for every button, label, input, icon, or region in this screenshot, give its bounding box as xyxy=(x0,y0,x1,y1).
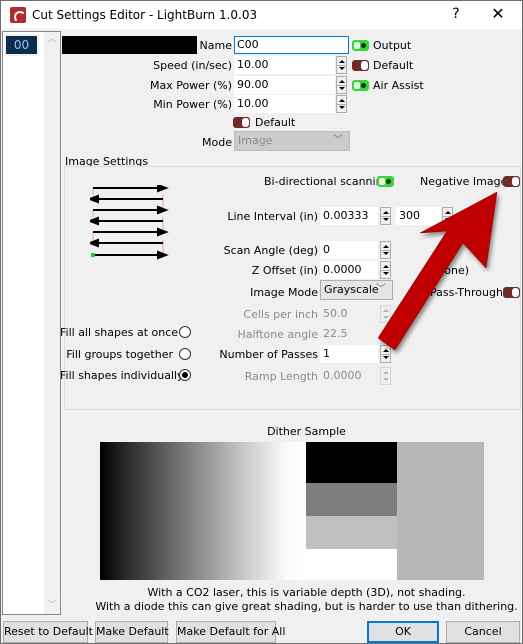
dpi-input[interactable]: 300 xyxy=(396,207,441,225)
speed-default-toggle[interactable] xyxy=(352,60,369,71)
speed-label: Speed (in/sec) xyxy=(153,59,232,72)
scan-pattern-icon xyxy=(90,185,169,260)
fill-all-radio[interactable] xyxy=(179,326,191,338)
min-power-input[interactable]: 10.00 xyxy=(234,95,335,113)
min-power-spinner[interactable] xyxy=(336,95,347,113)
output-label: Output xyxy=(373,39,412,52)
cells-per-inch-input: 50.0 xyxy=(320,305,378,323)
fill-individually-radio[interactable] xyxy=(179,369,191,381)
line-interval-label: Line Interval (in) xyxy=(227,210,318,223)
dither-caption-line1: With a CO2 laser, this is variable depth… xyxy=(147,586,466,599)
scroll-down-icon[interactable]: ﹀ xyxy=(44,598,60,614)
passes-input[interactable]: 1 xyxy=(320,345,378,363)
dither-sample-image xyxy=(100,442,484,580)
halftone-angle-label: Halftone angle xyxy=(237,328,318,341)
name-input[interactable]: C00 xyxy=(234,36,349,54)
dither-preview xyxy=(397,442,484,580)
negative-image-label: Negative Image xyxy=(420,175,508,188)
mode-label: Mode xyxy=(202,136,232,149)
lightburn-app-icon xyxy=(10,7,26,23)
max-power-input[interactable]: 90.00 xyxy=(234,76,335,94)
scan-angle-label: Scan Angle (deg) xyxy=(223,244,318,257)
mode-select: Image ﹀ xyxy=(234,131,350,151)
z-offset-input[interactable]: 0.0000 xyxy=(320,261,378,279)
chevron-down-icon: ﹀ xyxy=(376,284,386,295)
title-bar: Cut Settings Editor - LightBurn 1.0.03 ?… xyxy=(1,1,522,29)
window-title: Cut Settings Editor - LightBurn 1.0.03 xyxy=(32,8,258,22)
dither-caption-line2: With a diode this can give great shading… xyxy=(95,600,518,613)
passes-spinner[interactable] xyxy=(380,345,391,363)
chevron-down-icon: ﹀ xyxy=(333,135,343,146)
ramp-length-input: 0.0000 xyxy=(320,367,378,385)
air-assist-toggle[interactable] xyxy=(352,80,369,91)
line-interval-input[interactable]: 0.00333 xyxy=(320,207,378,225)
z-offset-label: Z Offset (in) xyxy=(251,264,318,277)
halftone-angle-input: 22.5 xyxy=(320,325,378,343)
image-mode-label: Image Mode xyxy=(250,286,318,299)
fill-groups-label: Fill groups together xyxy=(66,348,173,361)
output-toggle[interactable] xyxy=(352,40,369,51)
name-label: Name xyxy=(199,39,232,52)
scroll-up-icon[interactable]: ︿ xyxy=(44,32,60,48)
fill-individually-label: Fill shapes individually xyxy=(60,369,184,382)
cancel-button[interactable]: Cancel xyxy=(446,621,520,643)
min-power-label: Min Power (%) xyxy=(153,98,232,111)
default-label: Default xyxy=(255,116,296,129)
max-power-spinner[interactable] xyxy=(336,76,347,94)
layer-list-scrollbar[interactable]: ︿ ﹀ xyxy=(44,32,60,614)
speed-input[interactable]: 10.00 xyxy=(234,56,335,74)
dpi-spinner[interactable] xyxy=(442,207,453,225)
ramp-length-label: Ramp Length xyxy=(244,370,318,383)
negative-image-toggle[interactable] xyxy=(503,176,520,187)
cells-per-inch-spinner xyxy=(380,305,391,323)
band-white xyxy=(306,549,397,580)
speed-default-label: Default xyxy=(373,59,414,72)
line-interval-spinner[interactable] xyxy=(380,207,391,225)
z-offset-note: (none) xyxy=(433,264,470,277)
fill-all-label: Fill all shapes at once xyxy=(60,326,179,339)
layer-list[interactable]: 00 ︿ ﹀ xyxy=(2,31,61,615)
bidirectional-label: Bi-directional scanning xyxy=(264,175,390,188)
ramp-length-spinner xyxy=(380,367,391,385)
default-toggle[interactable] xyxy=(233,117,250,128)
cells-per-inch-label: Cells per inch xyxy=(243,308,318,321)
ok-button[interactable]: OK xyxy=(367,621,439,643)
pass-through-toggle[interactable] xyxy=(503,287,520,298)
image-mode-select[interactable]: Grayscale ﹀ xyxy=(320,280,393,300)
air-assist-label: Air Assist xyxy=(373,79,424,92)
passes-label: Number of Passes xyxy=(219,348,318,361)
gradient-sample xyxy=(100,442,306,580)
max-power-label: Max Power (%) xyxy=(149,79,232,92)
scan-angle-input[interactable]: 0 xyxy=(320,241,378,259)
make-default-for-all-button[interactable]: Make Default for All xyxy=(176,621,285,643)
layer-item-selected[interactable]: 00 xyxy=(4,34,39,56)
z-offset-spinner[interactable] xyxy=(380,261,391,279)
speed-spinner[interactable] xyxy=(336,56,347,74)
scan-angle-spinner[interactable] xyxy=(380,241,391,259)
band-light-gray xyxy=(306,516,397,549)
dither-sample-title: Dither Sample xyxy=(267,425,346,438)
fill-groups-radio[interactable] xyxy=(179,348,191,360)
band-dark-gray xyxy=(306,483,397,516)
reset-to-default-button[interactable]: Reset to Default xyxy=(3,621,93,643)
bidirectional-toggle[interactable] xyxy=(377,176,394,187)
make-default-button[interactable]: Make Default xyxy=(95,621,169,643)
pass-through-label: Pass-Through xyxy=(430,286,503,299)
band-black xyxy=(306,442,397,483)
close-button[interactable]: ✕ xyxy=(486,4,510,23)
help-button[interactable]: ? xyxy=(446,6,466,22)
